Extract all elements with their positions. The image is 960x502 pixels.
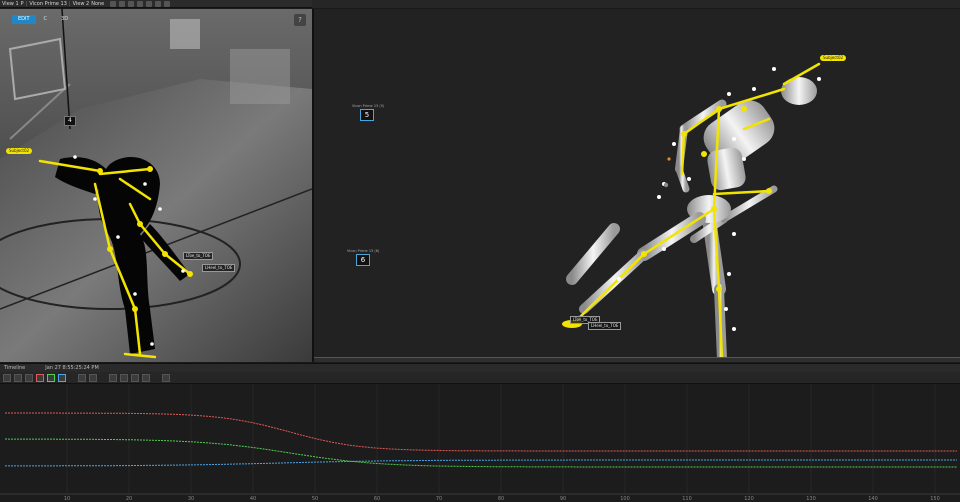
z-trajectory-curve — [5, 459, 957, 467]
y-trajectory-curve — [4, 438, 957, 468]
lock-icon[interactable] — [119, 0, 126, 7]
z-channel-icon[interactable] — [58, 373, 66, 382]
x-tick-label: 70 — [436, 496, 442, 502]
x-tick-label: 140 — [868, 496, 878, 502]
graph-list-icon[interactable] — [14, 373, 22, 382]
x-trajectory-curve — [5, 412, 957, 452]
x-tick-label: 150 — [930, 496, 940, 502]
subject-tag[interactable]: Subject02 — [6, 148, 33, 154]
pencil-icon[interactable] — [78, 373, 86, 382]
edit-mode-button[interactable]: EDIT — [12, 15, 36, 24]
x-tick-label: 40 — [250, 496, 256, 502]
view-tool-icons — [110, 0, 171, 7]
right-toolbar — [312, 0, 960, 8]
3d-perspective-view[interactable]: Subject02 Vicon Prime 13 (5) 5 Vicon Pri… — [314, 9, 960, 362]
x-tick-label: 60 — [374, 496, 380, 502]
view1-mode[interactable]: P — [21, 1, 24, 7]
camera-mode-button[interactable]: C — [38, 15, 54, 24]
maximize-icon[interactable] — [164, 0, 171, 7]
graph-toolbar — [0, 372, 960, 384]
view-mode-buttons: EDIT C 3D — [12, 15, 74, 24]
x-tick-label: 110 — [682, 496, 692, 502]
marker-label: LHeel_to_TOE — [202, 264, 236, 272]
view2-label[interactable]: View 2 — [73, 1, 90, 7]
camera-view[interactable]: EDIT C 3D ? 4 Subject02 LToe_to_TOE LHee… — [0, 9, 312, 362]
frame-all-icon[interactable] — [131, 373, 139, 382]
separator: | — [25, 0, 28, 7]
graph-header: Timeline Jan 27 8:55:25:24 PM — [0, 363, 960, 372]
top-toolbar: View 1 P | Vicon Prime 13 | View 2 None — [0, 0, 960, 8]
marker-label: LToe_to_TOE — [183, 252, 214, 260]
view-toolbar: View 1 P | Vicon Prime 13 | View 2 None — [0, 0, 312, 8]
x-axis-ticks: 10 20 30 40 50 60 70 80 90 100 110 120 130 140 150 — [64, 496, 940, 502]
x-channel-icon[interactable] — [36, 373, 44, 382]
separator: | — [68, 0, 71, 7]
graph-timestamp: Jan 27 8:55:25:24 PM — [45, 365, 99, 371]
camera-caption: Vicon Prime 13 (5) — [352, 104, 385, 108]
zoom-icon[interactable] — [109, 373, 117, 382]
marker-label: LHeel_to_TOE — [588, 322, 622, 330]
grid-icon[interactable] — [146, 0, 153, 7]
subject-tag[interactable]: Subject02 — [820, 55, 847, 61]
x-tick-label: 50 — [312, 496, 318, 502]
x-tick-label: 30 — [188, 496, 194, 502]
overlay-icon[interactable] — [137, 0, 144, 7]
x-tick-label: 100 — [620, 496, 630, 502]
x-tick-label: 130 — [806, 496, 816, 502]
help-button[interactable]: ? — [294, 14, 306, 26]
view1-label[interactable]: View 1 — [2, 1, 19, 7]
x-tick-label: 20 — [126, 496, 132, 502]
x-tick-label: 80 — [498, 496, 504, 502]
close-icon[interactable] — [162, 373, 170, 382]
fit-icon[interactable] — [120, 373, 128, 382]
graph-view-icon[interactable] — [3, 373, 11, 382]
zoom-icon[interactable] — [110, 0, 117, 7]
graph-title: Timeline — [4, 365, 26, 371]
view2-value[interactable]: None — [91, 1, 104, 7]
camera-image — [0, 9, 312, 362]
expand-icon[interactable] — [142, 373, 150, 382]
camera-5-marker[interactable]: 5 — [360, 109, 374, 121]
move-icon[interactable] — [89, 373, 97, 382]
graph-grid — [66, 384, 936, 494]
3d-mode-button[interactable]: 3D — [55, 15, 74, 24]
x-tick-label: 10 — [64, 496, 70, 502]
camera-selector[interactable]: Vicon Prime 13 — [29, 1, 67, 7]
settings-icon[interactable] — [155, 0, 162, 7]
ground-plane — [314, 357, 960, 362]
graph-plot[interactable]: 10 20 30 40 50 60 70 80 90 100 110 120 130 140 150 — [0, 384, 960, 502]
x-tick-label: 90 — [560, 496, 566, 502]
camera-icon[interactable] — [128, 0, 135, 7]
trajectory-graph: 10 20 30 40 50 60 70 80 90 100 110 120 130 140 150 — [0, 384, 960, 502]
x-tick-label: 120 — [744, 496, 754, 502]
camera-caption: Vicon Prime 13 (6) — [347, 249, 380, 253]
graph-component-icon[interactable] — [25, 373, 33, 382]
y-channel-icon[interactable] — [47, 373, 55, 382]
skeleton-render — [562, 62, 821, 362]
camera-6-marker[interactable]: 6 — [356, 254, 370, 266]
camera-number-badge: 4 — [64, 116, 76, 126]
